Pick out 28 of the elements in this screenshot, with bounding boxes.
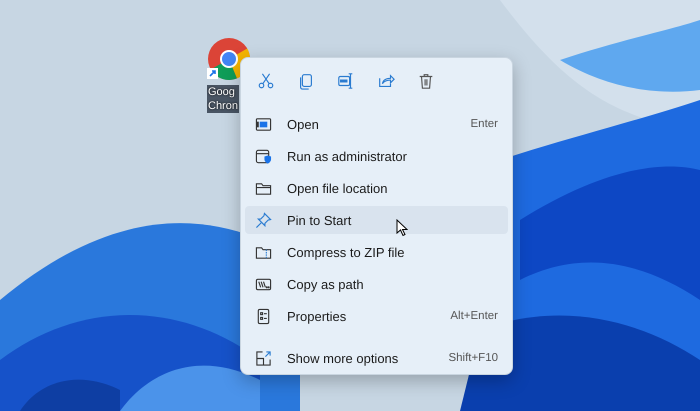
menu-item[interactable]: Run as administrator (245, 142, 508, 170)
window-icon (255, 116, 272, 132)
menu-item-label: Run as administrator (287, 148, 407, 164)
shortcut-text: Enter (470, 118, 498, 130)
menu-item-label: Show more options (287, 350, 398, 366)
pin-icon (255, 212, 272, 228)
menu-item-label: Properties (287, 308, 346, 324)
properties-icon (255, 308, 272, 324)
menu-item-label: Compress to ZIP file (287, 244, 405, 260)
path-icon (255, 276, 272, 292)
menu-item[interactable]: Open Enter (245, 110, 508, 138)
menu-item[interactable]: Show more options Shift+F10 (245, 344, 508, 372)
icon-label: Chron (207, 99, 239, 113)
shortcut-text: Alt+Enter (450, 310, 498, 322)
cursor-icon (396, 219, 408, 237)
menu-item[interactable]: Copy as path (245, 270, 508, 298)
menu-item[interactable]: Properties Alt+Enter (245, 302, 508, 330)
menu-item-label: Copy as path (287, 276, 364, 292)
expand-icon (255, 350, 272, 366)
menu-item[interactable]: Open file location (245, 174, 508, 202)
shield-icon (255, 148, 272, 164)
menu-item[interactable]: Pin to Start (245, 206, 508, 234)
menu-item-label: Open file location (287, 180, 388, 196)
menu-item-label: Pin to Start (287, 212, 352, 228)
menu-item-label: Open (287, 116, 319, 132)
shortcut-text: Shift+F10 (448, 352, 498, 364)
menu-item[interactable]: Compress to ZIP file (245, 238, 508, 266)
icon-label: Goog (207, 85, 239, 99)
